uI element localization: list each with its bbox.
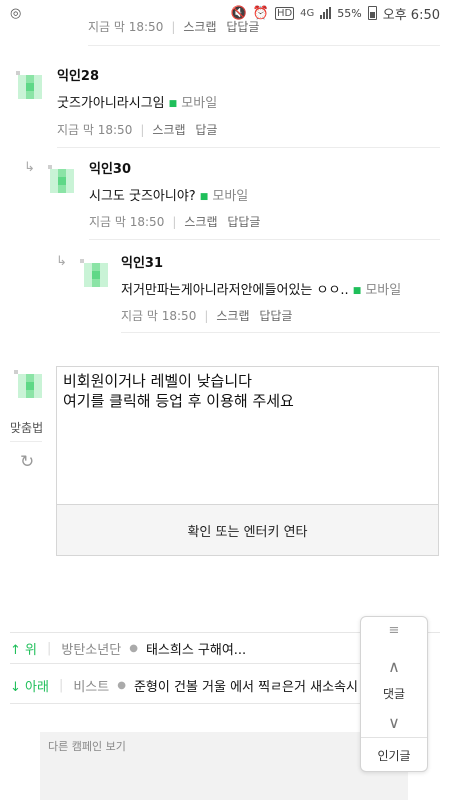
battery-percent: 55% [337,6,362,20]
nav-up-label: ↑ 위 [10,642,37,658]
menu-icon[interactable]: ≡ [361,623,427,638]
reply-button[interactable]: 답답글 [226,20,259,34]
scrap-button[interactable]: 스크랩 [183,20,216,34]
divider [10,663,360,664]
scrap-button[interactable]: 스크랩 [152,123,185,137]
input-notice-line1: 비회원이거나 레벨이 낮습니다 [63,372,252,390]
signal-icon [320,7,332,19]
comment-time: 지금 막 18:50 [89,215,165,229]
reply-arrow-icon: ↳ [24,160,35,175]
mobile-badge-icon: ■ [168,99,178,109]
comment-time: 지금 막 18:50 [88,20,164,34]
device-label: 모바일 [181,96,218,111]
reply-jump-button[interactable]: 댓글 [361,685,427,702]
divider [89,239,440,240]
comment-body: 저거만파는게아니라저안에들어있는 ㅇㅇ.. [121,283,349,298]
reply-button[interactable]: 답답글 [259,309,292,323]
floating-nav-panel: ≡ ∧ 댓글 ∨ 인기글 [360,616,428,772]
divider [10,703,360,704]
nav-down-row[interactable]: ↓ 아래 | 비스트 ● 준형이 건볼 거울 에서 찍ㄹ은거 새소속시 [10,672,370,698]
comment-input[interactable]: 비회원이거나 레벨이 낮습니다 여기를 클릭해 등업 후 이용해 주세요 [56,366,439,505]
comment-meta: 지금 막 18:50 | 스크랩 답답글 [89,215,261,229]
network-label: 4G [300,7,315,19]
app-notification-icon: ◎ [10,5,22,21]
comment-meta-partial: 지금 막 18:50 | 스크랩 답답글 [88,20,260,34]
reply-arrow-icon: ↳ [56,254,67,269]
divider [121,332,440,333]
scrap-button[interactable]: 스크랩 [184,215,217,229]
mobile-badge-icon: ■ [199,192,209,202]
device-label: 모바일 [212,189,249,204]
avatar [50,169,74,193]
reply-button[interactable]: 답답글 [227,215,260,229]
chevron-down-icon[interactable]: ∨ [361,713,427,732]
nav-up-gallery: 방탄소년단 [61,642,122,658]
refresh-icon[interactable]: ↻ [20,452,34,472]
chevron-up-icon[interactable]: ∧ [361,657,427,676]
reply-button[interactable]: 답글 [195,123,217,137]
input-notice-line2: 여기를 클릭해 등업 후 이용해 주세요 [63,392,294,410]
hd-icon: HD [274,6,295,20]
comment-meta: 지금 막 18:50 | 스크랩 답글 [57,123,218,137]
avatar [18,374,42,398]
scrap-button[interactable]: 스크랩 [216,309,249,323]
clock: 오후 6:50 [382,7,440,23]
campaign-box[interactable]: 다른 캠페인 보기 [40,732,408,800]
comment-body: 시그도 굿즈아니야? [89,189,196,204]
campaign-label: 다른 캠페인 보기 [48,740,126,753]
divider [10,441,42,442]
comment-text: 시그도 굿즈아니야? ■ 모바일 [89,185,248,204]
spell-check-button[interactable]: 맞춤법 [10,419,43,436]
divider [57,147,440,148]
comment-text: 저거만파는게아니라저안에들어있는 ㅇㅇ.. ■ 모바일 [121,279,401,298]
mobile-badge-icon: ■ [352,286,362,296]
avatar [18,75,42,99]
nav-up-title: 태스희스 구해여... [145,642,247,658]
divider [88,45,440,46]
comment-time: 지금 막 18:50 [57,123,133,137]
comment-meta: 지금 막 18:50 | 스크랩 답답글 [121,309,293,323]
comment-time: 지금 막 18:50 [121,309,197,323]
nav-down-title: 준형이 건볼 거울 에서 찍ㄹ은거 새소속시 [133,679,358,695]
submit-button[interactable]: 확인 또는 엔터키 연타 [56,504,439,556]
battery-icon [367,6,377,20]
comment-body: 굿즈가아니라시그임 [57,96,165,111]
popular-posts-button[interactable]: 인기글 [361,747,427,764]
device-label: 모바일 [365,283,402,298]
nav-up-row[interactable]: ↑ 위 | 방탄소년단 ● 태스희스 구해여... [10,635,370,661]
comment-text: 굿즈가아니라시그임 ■ 모바일 [57,92,217,111]
avatar [84,263,108,287]
comment-nickname[interactable]: 익인31 [121,252,163,271]
comment-nickname[interactable]: 익인28 [57,65,99,84]
nav-down-gallery: 비스트 [73,679,110,695]
nav-down-label: ↓ 아래 [10,679,49,695]
comment-nickname[interactable]: 익인30 [89,158,131,177]
